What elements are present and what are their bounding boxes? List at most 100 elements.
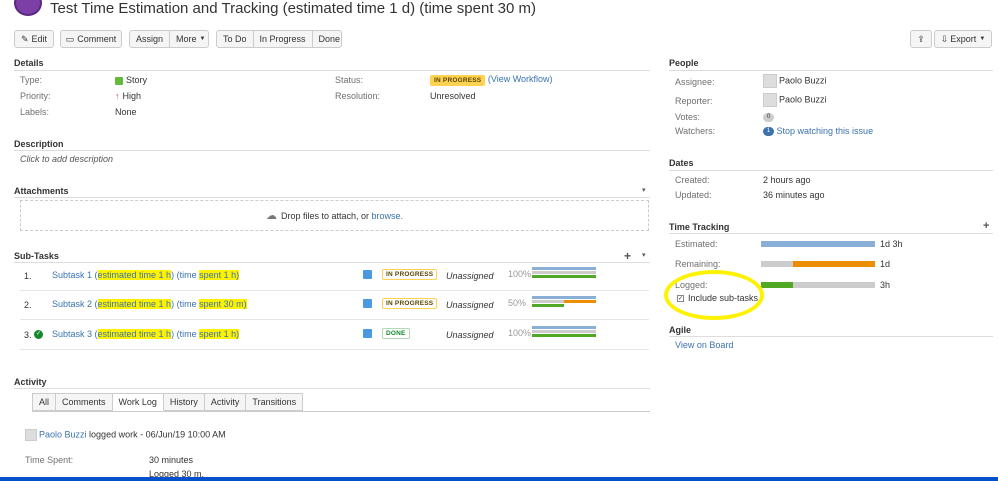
project-avatar[interactable] bbox=[14, 0, 42, 16]
tab-all[interactable]: All bbox=[32, 393, 57, 411]
cloud-upload-icon: ☁ bbox=[265, 210, 277, 222]
priority-value: ↑ High bbox=[115, 91, 142, 101]
votes-badge: 0 bbox=[763, 113, 774, 123]
subtask-link[interactable]: Subtask 3 (estimated time 1 h) (time spe… bbox=[52, 329, 240, 339]
time-tracking-heading: Time Tracking bbox=[669, 222, 730, 232]
subtask-type-icon bbox=[363, 299, 372, 308]
assignee-label: Assignee: bbox=[675, 77, 715, 87]
logged-bar bbox=[532, 275, 596, 278]
subtask-link[interactable]: Subtask 1 (estimated time 1 h) (time spe… bbox=[52, 270, 240, 280]
remaining-label: Remaining: bbox=[675, 259, 721, 269]
chevron-down-icon[interactable]: ▾ bbox=[642, 186, 646, 194]
tab-comments[interactable]: Comments bbox=[56, 393, 113, 411]
estimated-value: 1d 3h bbox=[880, 239, 903, 249]
subtask-progress-bars bbox=[532, 296, 596, 308]
type-value: Story bbox=[115, 75, 147, 85]
subtask-type-icon bbox=[363, 270, 372, 279]
subtask-row[interactable]: 1. Subtask 1 (estimated time 1 h) (time … bbox=[20, 263, 649, 291]
subtask-assignee: Unassigned bbox=[446, 300, 494, 310]
reporter-value[interactable]: Paolo Buzzi bbox=[763, 93, 827, 107]
export-icon: ⇩ bbox=[940, 33, 949, 44]
tab-activity[interactable]: Activity bbox=[204, 393, 247, 411]
issue-title: Test Time Estimation and Tracking (estim… bbox=[50, 0, 537, 17]
status-value: IN PROGRESS (View Workflow) bbox=[430, 74, 553, 86]
votes-label: Votes: bbox=[675, 112, 701, 122]
subtask-link[interactable]: Subtask 2 (estimated time 1 h) (time spe… bbox=[52, 299, 247, 309]
subtask-row[interactable]: 3. ✓ Subtask 3 (estimated time 1 h) (tim… bbox=[20, 322, 649, 350]
subtask-number: 1. bbox=[24, 271, 32, 281]
worklog-entry: Paolo Buzzi logged work - 06/Jun/19 10:0… bbox=[25, 429, 226, 441]
subtask-number: 2. bbox=[24, 300, 32, 310]
estimated-bar bbox=[761, 241, 875, 247]
comment-button[interactable]: ▭ Comment bbox=[60, 30, 122, 48]
chevron-down-icon[interactable]: ▾ bbox=[642, 251, 646, 259]
attachment-dropzone[interactable]: ☁ Drop files to attach, or browse. bbox=[20, 200, 649, 231]
updated-value: 36 minutes ago bbox=[763, 190, 825, 200]
tab-history[interactable]: History bbox=[163, 393, 205, 411]
subtask-assignee: Unassigned bbox=[446, 330, 494, 340]
avatar bbox=[763, 74, 777, 88]
description-placeholder[interactable]: Click to add description bbox=[20, 154, 113, 164]
story-icon bbox=[115, 76, 123, 85]
remaining-empty-bar bbox=[761, 261, 793, 267]
watchers-value: 1 Stop watching this issue bbox=[763, 126, 874, 137]
status-lozenge: IN PROGRESS bbox=[430, 75, 486, 86]
activity-rule bbox=[14, 388, 650, 389]
status-label: Status: bbox=[335, 75, 364, 85]
details-heading: Details bbox=[14, 58, 44, 68]
subtask-number: 3. bbox=[24, 330, 32, 340]
remaining-bar bbox=[532, 271, 596, 274]
chevron-down-icon: ▼ bbox=[979, 36, 986, 42]
reporter-label: Reporter: bbox=[675, 96, 713, 106]
tab-transitions[interactable]: Transitions bbox=[246, 393, 304, 411]
votes-value[interactable]: 0 bbox=[763, 112, 774, 123]
subtask-progress-bars bbox=[532, 267, 596, 279]
todo-button[interactable]: To Do bbox=[217, 31, 253, 47]
estimated-label: Estimated: bbox=[675, 239, 718, 249]
highlight-annotation bbox=[664, 270, 764, 320]
subtask-row[interactable]: 2. Subtask 2 (estimated time 1 h) (time … bbox=[20, 292, 649, 320]
bottom-edge bbox=[0, 477, 998, 481]
estimated-bar bbox=[532, 296, 596, 299]
share-button[interactable]: ⇪ bbox=[910, 30, 932, 48]
subtask-progress-pct: 100% bbox=[508, 328, 532, 338]
view-on-board-link[interactable]: View on Board bbox=[675, 340, 733, 350]
plus-icon[interactable]: + bbox=[983, 220, 989, 232]
done-button[interactable]: Done bbox=[311, 31, 347, 47]
time-spent-label: Time Spent: bbox=[25, 455, 74, 465]
in-progress-button[interactable]: In Progress bbox=[252, 31, 312, 47]
subtasks-heading: Sub-Tasks bbox=[14, 251, 59, 261]
avatar bbox=[763, 93, 777, 107]
created-value: 2 hours ago bbox=[763, 175, 811, 185]
remaining-bar bbox=[532, 300, 596, 303]
assign-more-group: Assign More ▼ bbox=[129, 30, 209, 48]
pencil-icon: ✎ bbox=[20, 33, 29, 44]
subtask-type-icon bbox=[363, 329, 372, 338]
plus-icon[interactable]: + bbox=[624, 249, 631, 263]
people-heading: People bbox=[669, 58, 699, 68]
tab-work-log[interactable]: Work Log bbox=[112, 393, 164, 411]
subtask-status: IN PROGRESS bbox=[382, 298, 438, 309]
activity-heading: Activity bbox=[14, 377, 47, 387]
type-label: Type: bbox=[20, 75, 43, 85]
estimated-bar bbox=[532, 326, 596, 329]
watchers-badge[interactable]: 1 bbox=[763, 127, 774, 137]
stop-watching-link[interactable]: Stop watching this issue bbox=[777, 126, 874, 136]
comment-icon: ▭ bbox=[65, 33, 75, 44]
worklog-user-link[interactable]: Paolo Buzzi bbox=[39, 429, 87, 439]
assignee-value[interactable]: Paolo Buzzi bbox=[763, 74, 827, 88]
assign-button[interactable]: Assign bbox=[130, 31, 169, 47]
logged-bar bbox=[532, 334, 596, 337]
subtask-progress-pct: 50% bbox=[508, 298, 527, 308]
export-button[interactable]: ⇩ Export ▼ bbox=[934, 30, 992, 48]
edit-button[interactable]: ✎ Edit bbox=[14, 30, 54, 48]
more-button[interactable]: More ▼ bbox=[169, 31, 211, 47]
logged-bar bbox=[532, 304, 596, 307]
subtask-progress-bars bbox=[532, 326, 596, 338]
browse-link[interactable]: browse. bbox=[372, 211, 404, 221]
view-workflow-link[interactable]: (View Workflow) bbox=[488, 74, 553, 84]
logged-value: 3h bbox=[880, 280, 891, 290]
priority-label: Priority: bbox=[20, 91, 51, 101]
subtask-assignee: Unassigned bbox=[446, 271, 494, 281]
remaining-bar bbox=[793, 261, 875, 267]
